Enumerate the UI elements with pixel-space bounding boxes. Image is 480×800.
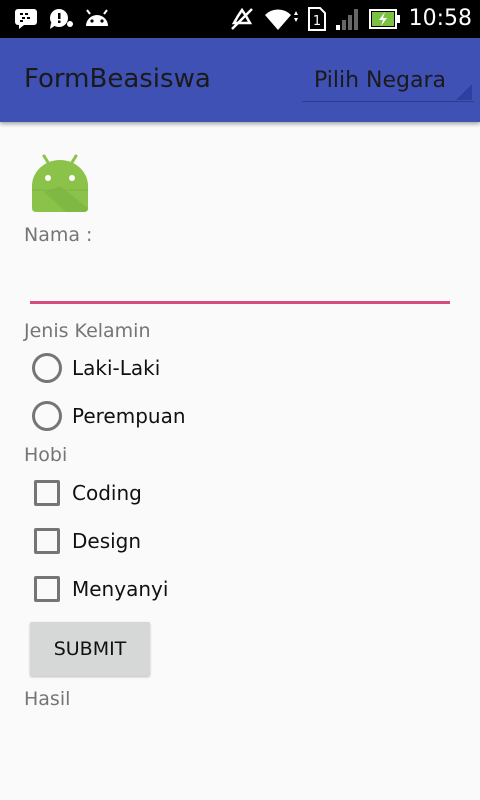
android-logo-icon (30, 152, 90, 212)
radio-button-icon[interactable] (32, 353, 62, 383)
android-icon (84, 8, 110, 30)
nama-input[interactable] (30, 258, 450, 304)
mute-icon (229, 7, 255, 31)
nama-label: Nama : (24, 224, 93, 246)
radio-laki-laki[interactable]: Laki-Laki (32, 348, 160, 388)
country-spinner-value: Pilih Negara (314, 68, 447, 93)
checkbox-icon[interactable] (34, 480, 60, 506)
clock: 10:58 (408, 6, 472, 31)
signal-icon (335, 7, 361, 31)
checkbox-label: Menyanyi (72, 577, 169, 601)
sim-icon: 1 (307, 6, 327, 32)
country-spinner[interactable]: Pilih Negara (302, 62, 474, 102)
checkbox-icon[interactable] (34, 528, 60, 554)
radio-label: Perempuan (72, 404, 186, 428)
chat-icon (48, 8, 74, 30)
status-bar: 1 10:58 (0, 0, 480, 38)
checkbox-label: Design (72, 529, 142, 553)
jenis-kelamin-label: Jenis Kelamin (24, 320, 151, 342)
battery-charging-icon (368, 7, 401, 31)
svg-text:1: 1 (312, 14, 320, 29)
checkbox-menyanyi[interactable]: Menyanyi (32, 569, 168, 609)
notification-icons (14, 8, 110, 30)
dropdown-arrow-icon (456, 84, 472, 100)
radio-label: Laki-Laki (72, 356, 161, 380)
app-title: FormBeasiswa (24, 64, 211, 94)
hasil-label: Hasil (24, 688, 71, 710)
app-toolbar: FormBeasiswa Pilih Negara (0, 38, 480, 122)
checkbox-label: Coding (72, 481, 142, 505)
checkbox-design[interactable]: Design (32, 521, 141, 561)
bbm-icon (14, 8, 38, 30)
radio-perempuan[interactable]: Perempuan (32, 396, 186, 436)
system-icons: 1 10:58 (229, 4, 472, 34)
radio-button-icon[interactable] (32, 401, 62, 431)
hobi-label: Hobi (24, 444, 68, 466)
checkbox-icon[interactable] (34, 576, 60, 602)
submit-button[interactable]: SUBMIT (30, 622, 150, 676)
wifi-icon (263, 7, 299, 31)
spinner-underline (302, 101, 474, 102)
checkbox-coding[interactable]: Coding (32, 473, 142, 513)
